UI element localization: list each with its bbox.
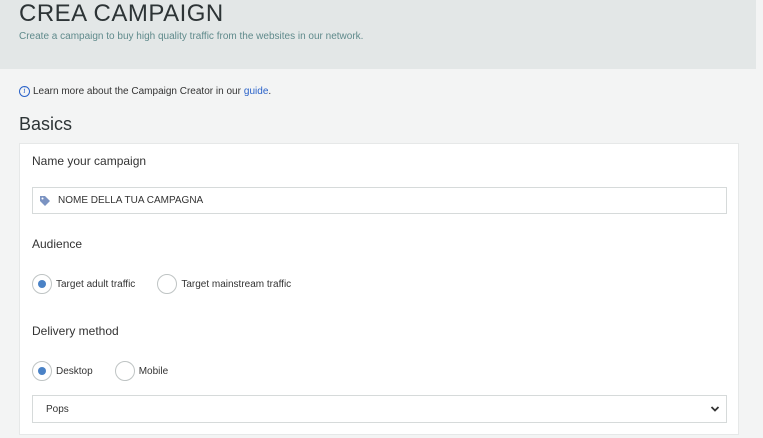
guide-link[interactable]: guide xyxy=(244,85,268,98)
delivery-method-label: Delivery method xyxy=(32,324,119,338)
audience-radio-group: Target adult traffic Target mainstream t… xyxy=(32,274,313,294)
radio-mainstream[interactable] xyxy=(157,274,178,294)
campaign-name-label: Name your campaign xyxy=(32,154,147,168)
delivery-option-desktop[interactable]: Desktop xyxy=(32,361,93,381)
delivery-radio-group: Desktop Mobile xyxy=(32,361,190,381)
guide-text: Learn more about the Campaign Creator in… xyxy=(33,86,241,97)
guide-notice: i Learn more about the Campaign Creator … xyxy=(19,85,271,98)
page-title: CREA CAMPAIGN xyxy=(19,0,224,27)
radio-mobile-label: Mobile xyxy=(138,365,169,377)
chevron-down-icon xyxy=(710,406,720,412)
ad-format-select[interactable]: Pops xyxy=(32,395,727,423)
radio-desktop-label: Desktop xyxy=(56,365,93,377)
radio-mobile[interactable] xyxy=(114,361,135,381)
audience-option-mainstream[interactable]: Target mainstream traffic xyxy=(157,274,291,294)
audience-label: Audience xyxy=(32,237,83,251)
radio-mainstream-label: Target mainstream traffic xyxy=(181,278,292,290)
info-icon: i xyxy=(19,86,30,97)
radio-desktop[interactable] xyxy=(32,361,52,381)
audience-option-adult[interactable]: Target adult traffic xyxy=(32,274,135,294)
section-title-basics: Basics xyxy=(19,114,73,134)
delivery-option-mobile[interactable]: Mobile xyxy=(114,361,169,381)
campaign-name-field[interactable] xyxy=(32,187,727,214)
radio-adult[interactable] xyxy=(32,274,52,294)
campaign-name-input[interactable] xyxy=(58,195,698,206)
guide-suffix: . xyxy=(268,86,272,97)
tag-icon xyxy=(40,195,50,206)
ad-format-value: Pops xyxy=(46,403,69,415)
page-subtitle: Create a campaign to buy high quality tr… xyxy=(19,31,364,42)
page-header: CREA CAMPAIGN Create a campaign to buy h… xyxy=(0,0,756,69)
radio-adult-label: Target adult traffic xyxy=(56,278,136,290)
